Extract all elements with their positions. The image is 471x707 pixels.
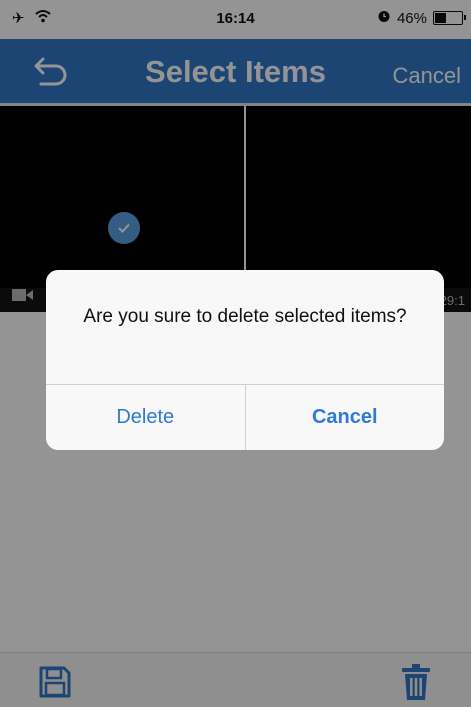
dialog-cancel-button[interactable]: Cancel [244,385,445,450]
app-screen: ✈ 16:14 46% Select Items Cancel 29:1 Are… [0,0,471,707]
dialog-message: Are you sure to delete selected items? [83,306,407,327]
dialog-buttons: Delete Cancel [46,384,444,450]
confirm-delete-dialog: Are you sure to delete selected items? D… [46,270,444,450]
dialog-delete-button[interactable]: Delete [46,385,245,450]
